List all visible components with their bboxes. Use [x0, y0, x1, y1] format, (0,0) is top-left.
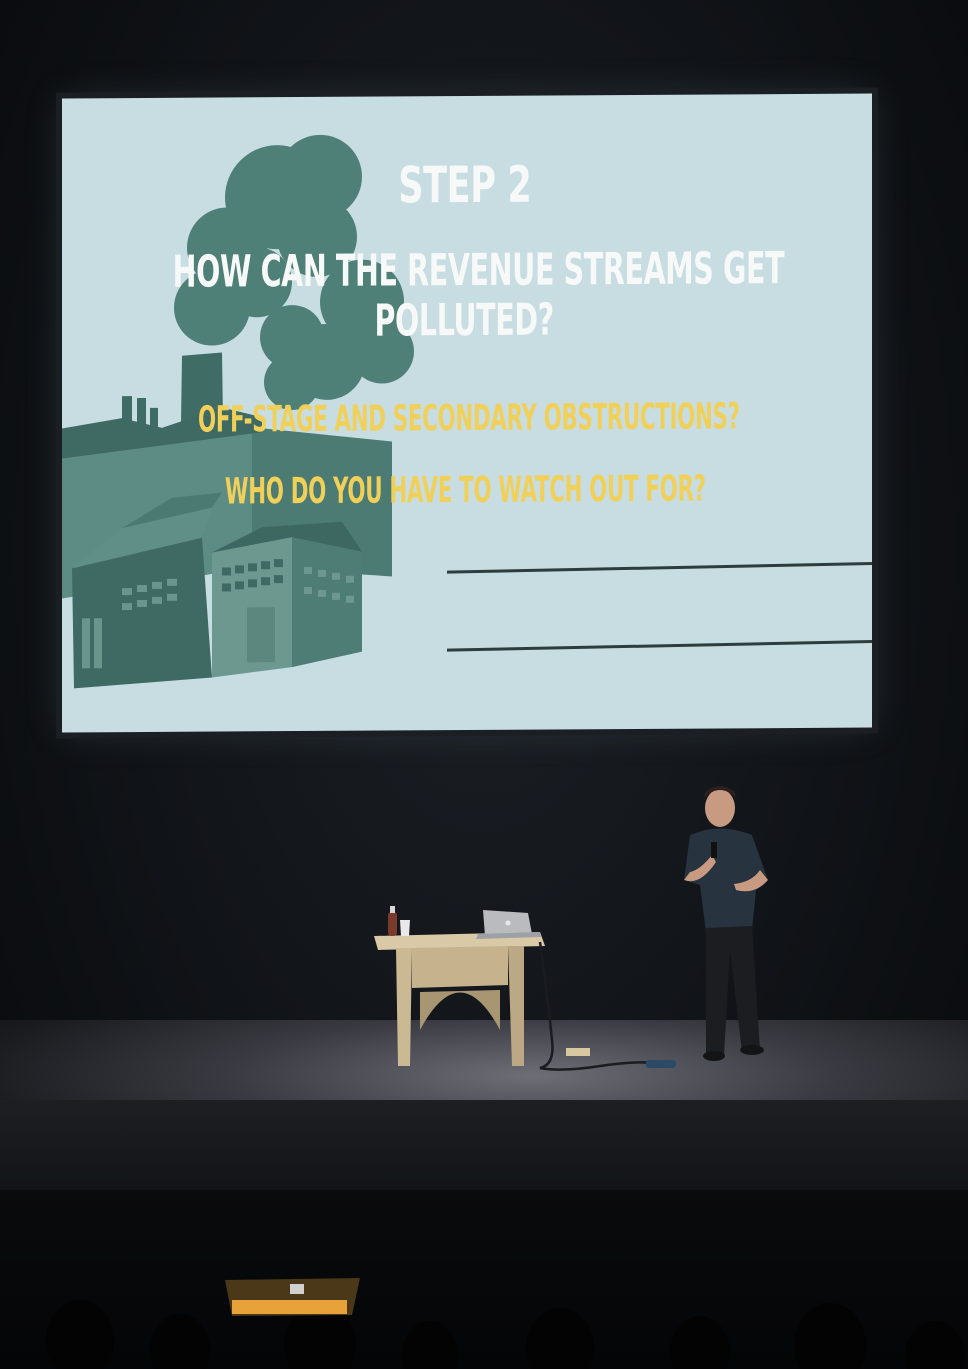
laptop: [476, 910, 542, 939]
stage-light: [225, 1278, 360, 1316]
microphone: [711, 842, 717, 858]
lectern: [374, 932, 545, 1066]
audience-heads: [46, 1300, 965, 1369]
presenter: [684, 786, 768, 1061]
power-strip: [566, 1048, 590, 1056]
floor-device: [646, 1060, 676, 1068]
cup: [400, 920, 410, 936]
cables: [538, 941, 661, 1071]
stage-objects: [46, 786, 965, 1369]
theatre-scene: STEP 2 HOW CAN THE REVENUE STREAMS GET P…: [0, 0, 968, 1369]
water-bottle: [388, 906, 397, 936]
